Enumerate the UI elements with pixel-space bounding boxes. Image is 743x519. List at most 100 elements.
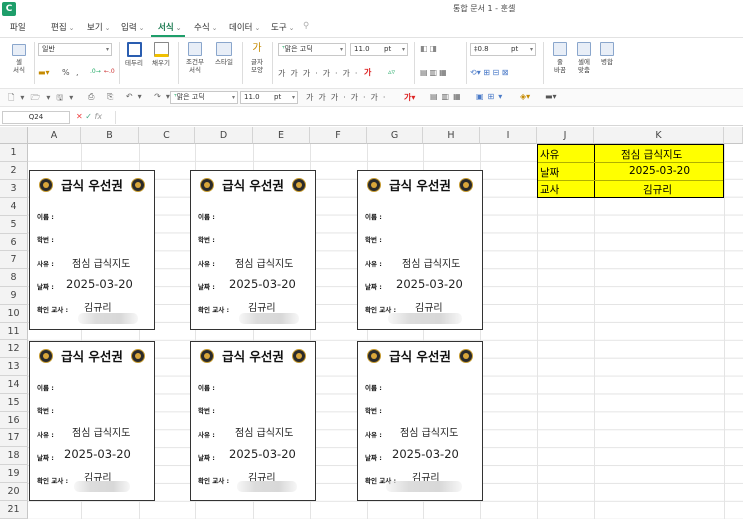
row-header-15[interactable]: 15 <box>0 394 28 412</box>
toolbar-font-style-buttons[interactable]: 가가가·가·가· <box>306 92 390 103</box>
toolbar-fill-icon[interactable]: ◈▾ <box>520 92 530 101</box>
column-header-e[interactable]: E <box>253 127 310 144</box>
column-header-g[interactable]: G <box>367 127 423 144</box>
fill-button[interactable]: 채우기 <box>149 42 173 67</box>
menu-tools[interactable]: 도구 ⌄ <box>271 21 295 33</box>
toolbar-align-icons[interactable]: ▤▥▦ <box>430 92 465 101</box>
menu-edit[interactable]: 편집 ⌄ <box>51 21 75 33</box>
menu-file[interactable]: 파일 <box>10 21 26 33</box>
row-header-16[interactable]: 16 <box>0 412 28 429</box>
menu-insert[interactable]: 입력 ⌄ <box>121 21 145 33</box>
column-header-i[interactable]: I <box>480 127 537 144</box>
row-header-7[interactable]: 7 <box>0 251 28 269</box>
style-button[interactable]: 스타일 <box>211 42 237 66</box>
comma-button[interactable]: , <box>76 68 79 77</box>
app-logo-icon[interactable]: C <box>2 2 16 16</box>
toolbar-border-icons[interactable]: ▣⊞▾ <box>476 92 506 101</box>
currency-icon[interactable]: ▬▾ <box>38 68 50 77</box>
menu-data[interactable]: 데이터 ⌄ <box>229 21 260 33</box>
chevron-down-icon: ▾ <box>339 46 343 53</box>
coupon-card[interactable]: 급식 우선권 이름 : 학번 : 사유 : 점심 급식지도 날짜 : 2025-… <box>357 170 483 330</box>
redacted-signature <box>78 313 138 324</box>
column-header-f[interactable]: F <box>310 127 367 144</box>
row-header-8[interactable]: 8 <box>0 269 28 287</box>
row-header-10[interactable]: 10 <box>0 305 28 323</box>
formula-input[interactable] <box>115 111 740 124</box>
percent-button[interactable]: % <box>62 68 70 77</box>
coupon-card[interactable]: 급식 우선권 이름 : 학번 : 사유 : 점심 급식지도 날짜 : 2025-… <box>357 341 483 501</box>
toolbar-more-icon[interactable]: ▬▾ <box>545 92 557 101</box>
menu-formula[interactable]: 수식 ⌄ <box>194 21 218 33</box>
name-box[interactable]: Q24 <box>2 111 70 124</box>
conditional-format-button[interactable]: 조건부 서식 <box>183 42 207 74</box>
row-header-1[interactable]: 1 <box>0 144 28 162</box>
row-header-12[interactable]: 12 <box>0 340 28 358</box>
row-header-19[interactable]: 19 <box>0 465 28 483</box>
menu-data-label: 데이터 <box>229 23 253 33</box>
decrease-decimal-icon[interactable]: ←.0 <box>104 68 115 75</box>
coupon-card[interactable]: 급식 우선권 이름 : 학번 : 사유 : 점심 급식지도 날짜 : 2025-… <box>29 341 155 501</box>
row-header-2[interactable]: 2 <box>0 162 28 180</box>
menu-edit-label: 편집 <box>51 23 67 33</box>
column-header-k[interactable]: K <box>594 127 724 144</box>
cell-format-button[interactable]: 셀 서식 <box>8 44 30 74</box>
ribbon-font-size-input[interactable]: 11.0 pt ▾ <box>350 43 408 56</box>
indent-icons[interactable]: ◧◨ <box>420 44 439 53</box>
undo-redo-icons[interactable]: ⎙ ⎘ ↶▾ ↷▾ <box>88 92 175 102</box>
row-header-18[interactable]: 18 <box>0 447 28 465</box>
line-spacing-input[interactable]: ‡0.8 pt ▾ <box>470 43 536 56</box>
menu-view[interactable]: 보기 ⌄ <box>87 21 111 33</box>
confirm-icon[interactable]: ✓ <box>85 112 92 121</box>
column-header-c[interactable]: C <box>139 127 195 144</box>
toolbar-font-size-input[interactable]: 11.0 pt ▾ <box>240 91 298 104</box>
menu-format[interactable]: 서식 ⌄ <box>158 21 182 33</box>
text-shape-button[interactable]: 가 글자 모양 <box>246 42 268 74</box>
number-format-select[interactable]: 일반 ▾ <box>38 43 112 56</box>
row-header-9[interactable]: 9 <box>0 287 28 305</box>
coupon-card[interactable]: 급식 우선권 이름 : 학번 : 사유 : 점심 급식지도 날짜 : 2025-… <box>29 170 155 330</box>
row-header-5[interactable]: 5 <box>0 216 28 234</box>
fit-cell-button[interactable]: 셀에 맞춤 <box>573 42 595 74</box>
column-header-a[interactable]: A <box>28 127 81 144</box>
border-button[interactable]: 테두리 <box>122 42 146 67</box>
chevron-down-icon: ⌄ <box>288 24 295 32</box>
row-header-14[interactable]: 14 <box>0 376 28 394</box>
info-table[interactable]: 사유 점심 급식지도 날짜 2025-03-20 교사 김규리 <box>537 144 724 198</box>
number-format-value: 일반 <box>42 45 55 53</box>
clear-format-icon[interactable]: ▵▿ <box>388 68 395 76</box>
coupon-title: 급식 우선권 <box>61 178 123 193</box>
function-icon[interactable]: fx <box>95 112 103 121</box>
toolbar-font-color-icon[interactable]: 가▾ <box>404 92 415 103</box>
ribbon-divider <box>414 42 415 84</box>
column-header-extra[interactable] <box>724 127 743 144</box>
coupon-card[interactable]: 급식 우선권 이름 : 학번 : 사유 : 점심 급식지도 날짜 : 2025-… <box>190 341 316 501</box>
row-header-13[interactable]: 13 <box>0 358 28 376</box>
pin-icon[interactable]: ⚲ <box>303 21 309 31</box>
align-icons[interactable]: ▤▥▦ <box>420 68 449 77</box>
wrap-text-button[interactable]: 줄 바꿈 <box>549 42 571 74</box>
ribbon-font-name-select[interactable]: ᵀ맑은 고딕 ▾ <box>278 43 346 56</box>
toolbar-font-name-select[interactable]: ᵀ맑은 고딕 ▾ <box>170 91 238 104</box>
select-all-corner[interactable] <box>0 127 28 144</box>
rotate-text-icon[interactable]: ⟲▾ ⊞ ⊟ ⊠ <box>470 68 508 77</box>
coupon-title: 급식 우선권 <box>222 178 284 193</box>
font-color-icon[interactable]: 가 <box>364 67 371 78</box>
row-header-4[interactable]: 4 <box>0 198 28 216</box>
toolbar-font-size-value: 11.0 <box>244 93 260 101</box>
row-header-6[interactable]: 6 <box>0 234 28 251</box>
column-header-b[interactable]: B <box>81 127 139 144</box>
column-header-j[interactable]: J <box>537 127 594 144</box>
increase-decimal-icon[interactable]: .0→ <box>90 68 101 75</box>
row-header-3[interactable]: 3 <box>0 180 28 198</box>
coupon-card[interactable]: 급식 우선권 이름 : 학번 : 사유 : 점심 급식지도 날짜 : 2025-… <box>190 170 316 330</box>
quick-file-icons[interactable]: 🗋▾🗁▾🖫▾ <box>8 92 79 106</box>
cancel-icon[interactable]: ✕ <box>76 112 83 121</box>
row-header-17[interactable]: 17 <box>0 429 28 447</box>
row-header-11[interactable]: 11 <box>0 323 28 340</box>
column-header-h[interactable]: H <box>423 127 480 144</box>
font-style-buttons[interactable]: 가가가·가·가· <box>278 68 362 79</box>
row-header-20[interactable]: 20 <box>0 483 28 501</box>
merge-button[interactable]: 병합 <box>597 42 617 66</box>
column-header-d[interactable]: D <box>195 127 253 144</box>
row-header-21[interactable]: 21 <box>0 501 28 519</box>
